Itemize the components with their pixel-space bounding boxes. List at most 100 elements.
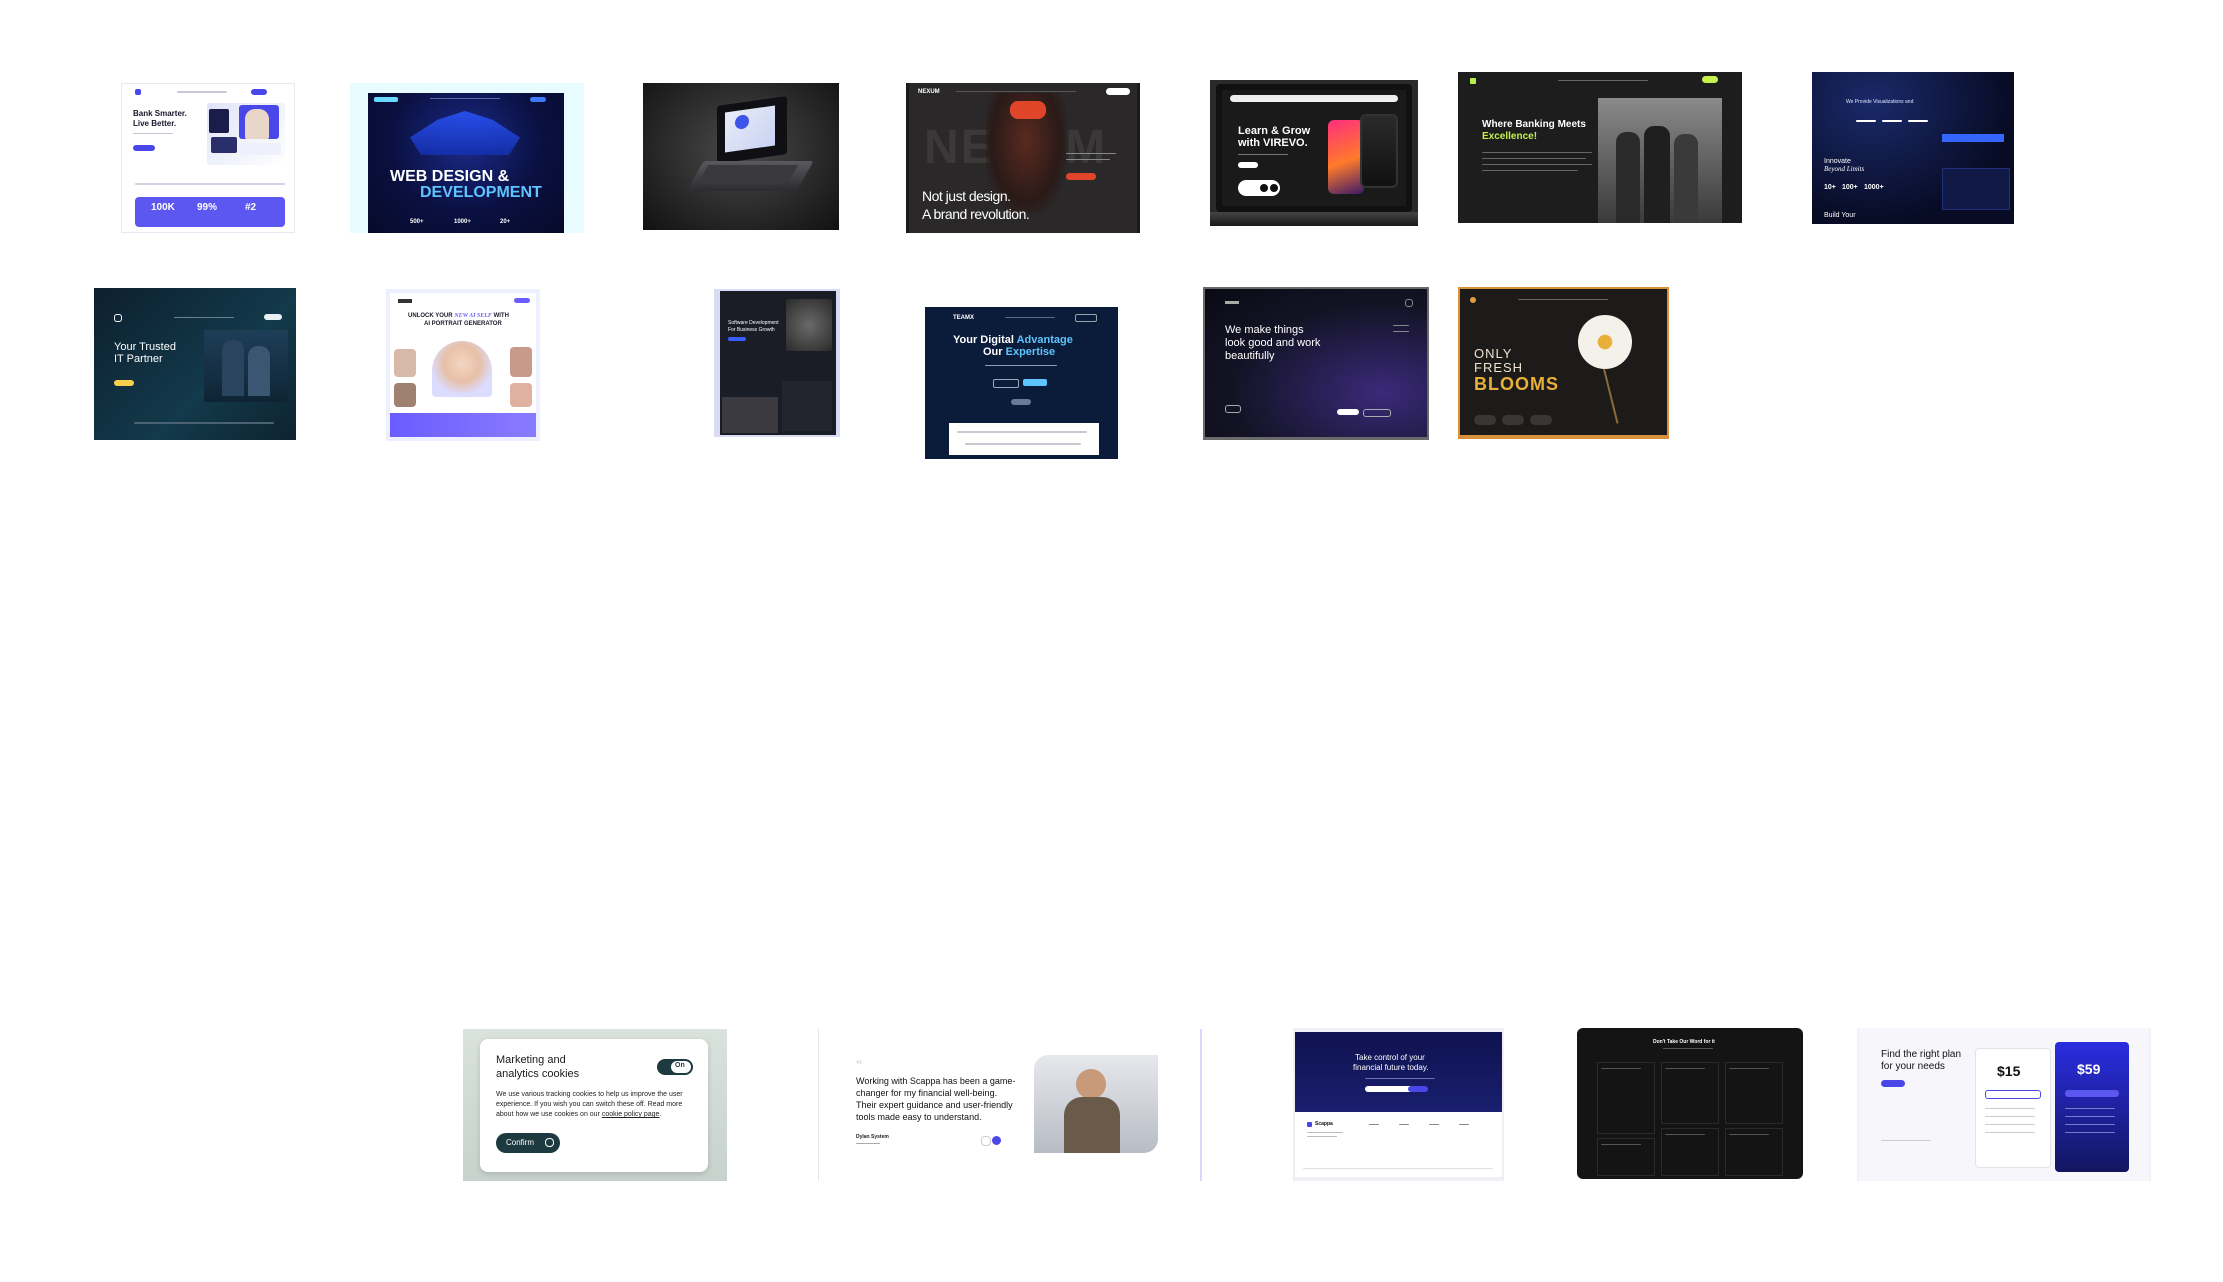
logo-icon: [1225, 301, 1239, 304]
pricing-heading: Find the right plan: [1881, 1049, 1962, 1060]
cta-button[interactable]: [114, 380, 134, 386]
thumbnail-teamx[interactable]: TEAMX Your Digital Advantage Our Experti…: [925, 307, 1118, 459]
cta-button[interactable]: [1881, 1080, 1905, 1087]
logo-icon: [1470, 297, 1476, 303]
cookie-title: analytics cookies: [496, 1068, 580, 1080]
thumbnail-nexum[interactable]: NEXUM NEXUM Not just design. A brand rev…: [906, 83, 1140, 233]
cta-heading: financial future today.: [1353, 1063, 1429, 1072]
toggle-label: On: [675, 1062, 685, 1069]
hero-heading: UNLOCK YOUR NEW AI SELF WITH: [408, 313, 509, 319]
thumbnail-ai-portrait[interactable]: UNLOCK YOUR NEW AI SELF WITH AI PORTRAIT…: [386, 289, 540, 441]
hero-heading-accent: NEW AI SELF: [454, 313, 492, 319]
primary-button[interactable]: [1337, 409, 1359, 415]
thumbnail-reviews[interactable]: Don't Take Our Word for it: [1577, 1028, 1803, 1179]
logo-icon: [114, 314, 122, 322]
hero-heading: IT Partner: [114, 353, 163, 365]
testimonial-quote: Their expert guidance and user-friendly: [856, 1100, 1013, 1110]
thumbnail-bank-smarter[interactable]: Bank Smarter. Live Better. 100K 99% #2: [121, 83, 295, 233]
logo-icon: [1307, 1122, 1312, 1127]
thumbnail-web-design[interactable]: WEB DESIGN & DEVELOPMENT 500+ 1000+ 20+: [350, 83, 584, 233]
cookie-title: Marketing and: [496, 1054, 566, 1066]
thumbnail-banking-excellence[interactable]: Where Banking Meets Excellence!: [1458, 72, 1742, 223]
next-button[interactable]: [992, 1136, 1001, 1145]
stat-value: 100K: [151, 202, 175, 213]
close-icon[interactable]: [1405, 299, 1413, 307]
thumbnail-agency[interactable]: We make things look good and work beauti…: [1203, 287, 1429, 440]
thumbnail-innovate[interactable]: We Provide Visualizations and Innovate B…: [1812, 72, 2014, 224]
hero-heading: Bank Smarter. Live Better.: [133, 109, 187, 128]
confirm-label: Confirm: [506, 1138, 535, 1147]
phone-mockup: [1360, 114, 1398, 188]
stat-value: 99%: [197, 202, 218, 213]
cta-heading: Take control of your: [1355, 1053, 1425, 1062]
hero-image: [786, 299, 832, 351]
plan-price: $59: [2077, 1061, 2101, 1077]
stat-value: 10+: [1824, 184, 1836, 191]
hero-heading: with VIREVO.: [1238, 137, 1308, 149]
hero-heading: Software Development: [728, 320, 779, 326]
thumbnail-laptop-mockup[interactable]: [643, 83, 839, 230]
thumbnail-it-partner[interactable]: Your Trusted IT Partner: [94, 288, 296, 440]
review-card: [1661, 1062, 1719, 1124]
thumbnail-testimonial[interactable]: “ Working with Scappa has been a game- c…: [818, 1029, 1202, 1181]
section-heading: Don't Take Our Word for it: [1653, 1039, 1715, 1045]
stats-band: [390, 413, 536, 437]
testimonial-quote: tools made easy to understand.: [856, 1112, 982, 1122]
testimonial-quote: changer for my financial well-being.: [856, 1088, 998, 1098]
hero-heading: ONLY: [1474, 346, 1513, 361]
cta-button[interactable]: [1066, 173, 1096, 180]
hero-heading: FRESH: [1474, 360, 1524, 375]
stat-value: 500+: [410, 219, 424, 225]
portrait-image: [432, 341, 492, 397]
thumbnail-fresh-blooms[interactable]: ONLY FRESH BLOOMS: [1458, 287, 1669, 439]
secondary-button[interactable]: [1363, 409, 1391, 417]
logo-icon: [374, 97, 398, 102]
prev-button[interactable]: [981, 1136, 991, 1146]
hero-heading: For Business Growth: [728, 327, 775, 333]
hero-heading: Excellence!: [1482, 131, 1538, 142]
primary-button[interactable]: [1023, 379, 1047, 386]
thumbnail-cookie-banner[interactable]: Marketing and analytics cookies On We us…: [463, 1029, 727, 1181]
review-card: [1725, 1062, 1783, 1124]
thumbnail-software-dev[interactable]: Software Development For Business Growth: [714, 289, 840, 437]
menu-button[interactable]: [1106, 88, 1130, 95]
cta-button[interactable]: [728, 337, 746, 341]
thumbnail-footer[interactable]: Take control of your financial future to…: [1293, 1028, 1504, 1181]
client-logos: [949, 423, 1099, 455]
plan-button[interactable]: [1985, 1090, 2041, 1099]
hero-heading: Learn & Grow: [1238, 125, 1311, 137]
stat-value: #2: [245, 202, 257, 213]
hero-heading: beautifully: [1225, 350, 1275, 362]
hero-heading-accent: Advantage: [1016, 334, 1073, 346]
nav-cta-button[interactable]: [1702, 76, 1718, 83]
footer-brand: Scappa: [1315, 1121, 1333, 1127]
hero-heading: Beyond Limits: [1824, 165, 1865, 173]
subscribe-button[interactable]: [1408, 1086, 1428, 1092]
hero-heading: look good and work: [1225, 337, 1321, 349]
secondary-button[interactable]: [993, 379, 1019, 388]
gear-icon: [545, 1138, 554, 1147]
hero-heading: Our Expertise: [983, 346, 1056, 358]
thumbnail-pricing[interactable]: Find the right plan for your needs $15 $…: [1857, 1028, 2151, 1181]
pricing-heading: for your needs: [1881, 1061, 1945, 1072]
logo-icon: [398, 299, 412, 303]
logo-icon: [1470, 78, 1476, 84]
hero-heading: Your Digital Advantage: [953, 334, 1073, 346]
stat-value: 1000+: [454, 219, 471, 225]
cookie-body: about how we use cookies on our cookie p…: [496, 1111, 662, 1118]
review-card: [1725, 1128, 1783, 1176]
plan-button[interactable]: [2065, 1090, 2119, 1097]
cookie-policy-link[interactable]: cookie policy page: [602, 1111, 660, 1118]
stat-value: 100+: [1842, 184, 1858, 191]
thumbnail-virevo[interactable]: Learn & Grow with VIREVO.: [1210, 80, 1418, 226]
nav-cta-button[interactable]: [1075, 314, 1097, 322]
hero-image: [204, 330, 288, 402]
hero-heading: Your Trusted: [114, 341, 176, 353]
review-card: [1661, 1128, 1719, 1176]
tagline: A brand revolution.: [922, 206, 1030, 222]
tagline: Not just design.: [922, 188, 1011, 204]
hero-heading: BLOOMS: [1474, 374, 1559, 394]
stat-value: 1000+: [1864, 184, 1884, 191]
section-heading: We Provide Visualizations and: [1846, 99, 1914, 105]
testimonial-author: Dylan System: [856, 1134, 889, 1140]
